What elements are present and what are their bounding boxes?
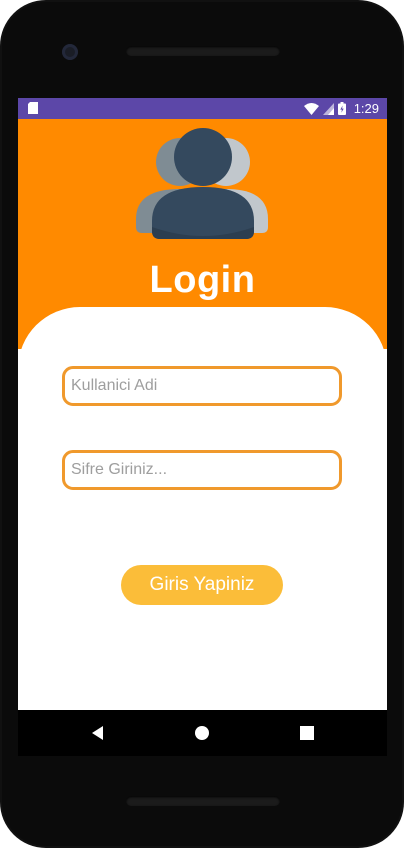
bottom-speaker (126, 796, 280, 806)
home-icon[interactable] (193, 724, 211, 742)
phone-frame: 1:29 Login Giris Yapiniz (0, 0, 404, 848)
status-bar: 1:29 (18, 98, 387, 119)
status-icons: 1:29 (303, 98, 379, 119)
sd-card-icon (28, 102, 38, 114)
login-form-card: Giris Yapiniz (18, 307, 387, 710)
password-input[interactable] (62, 450, 342, 490)
users-group-icon (136, 128, 268, 239)
app-screen: 1:29 Login Giris Yapiniz (18, 98, 387, 710)
login-button[interactable]: Giris Yapiniz (121, 565, 283, 605)
signal-icon (322, 102, 334, 115)
page-title: Login (149, 259, 256, 301)
recents-icon[interactable] (298, 724, 316, 742)
back-icon[interactable] (89, 724, 107, 742)
earpiece-speaker (126, 46, 280, 56)
username-input[interactable] (62, 366, 342, 406)
navigation-bar (18, 710, 387, 756)
status-time: 1:29 (353, 101, 379, 116)
front-camera (62, 44, 78, 60)
battery-icon (337, 102, 346, 115)
wifi-icon (303, 102, 319, 115)
